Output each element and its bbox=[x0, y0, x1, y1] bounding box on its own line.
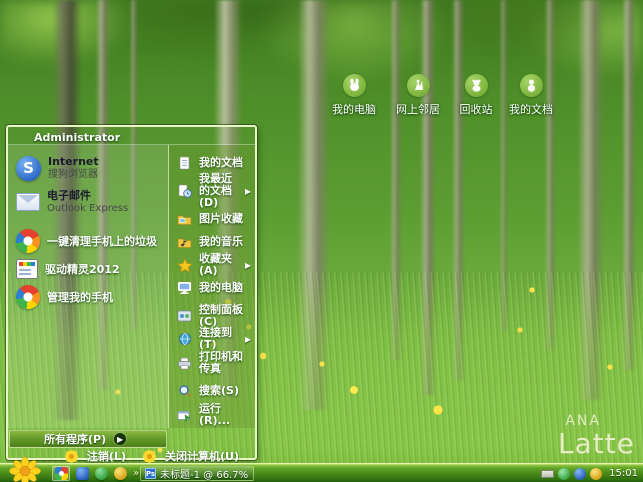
desktop-icon-label: 我的电脑 bbox=[323, 101, 385, 117]
menu-item-search[interactable]: 搜索(S) bbox=[174, 381, 253, 401]
tray-yellow-icon[interactable] bbox=[590, 468, 602, 480]
menu-item-run[interactable]: 运行(R)... bbox=[174, 405, 253, 425]
wallpaper-watermark: ANA Latte bbox=[558, 414, 635, 458]
pinned-programs-panel: S Internet搜狗浏览器 电子邮件Outlook Express 一键清理… bbox=[8, 145, 168, 428]
user-name: Administrator bbox=[34, 131, 120, 144]
network-places-icon bbox=[407, 74, 430, 97]
menu-item-recent-documents[interactable]: 我最近的文档(D) ▶ bbox=[174, 176, 253, 206]
shutdown-button[interactable]: 关闭计算机(U) bbox=[142, 448, 239, 464]
pinned-title: Internet bbox=[48, 156, 99, 169]
submenu-arrow-icon: ▶ bbox=[245, 261, 251, 270]
pinned-title: 驱动精灵2012 bbox=[45, 261, 120, 277]
start-menu-body: S Internet搜狗浏览器 电子邮件Outlook Express 一键清理… bbox=[8, 145, 255, 428]
taskbar-task-photoshop[interactable]: Ps 未标题-1 @ 66.7% ... bbox=[140, 466, 254, 481]
quick-launch-overflow-chevron[interactable]: » bbox=[133, 468, 139, 479]
pinwheel-icon bbox=[55, 467, 68, 480]
my-pictures-icon bbox=[176, 211, 193, 228]
desktop-icon-recycle-bin[interactable]: 回收站 bbox=[445, 74, 507, 117]
driver-genius-icon bbox=[16, 259, 38, 279]
pinned-title: 管理我的手机 bbox=[47, 289, 113, 305]
recent-documents-icon bbox=[176, 183, 193, 200]
my-documents-icon bbox=[520, 74, 543, 97]
desktop-icon-label: 我的文档 bbox=[500, 101, 562, 117]
pinned-subtitle: 搜狗浏览器 bbox=[48, 169, 99, 181]
start-menu-header: Administrator bbox=[8, 127, 255, 145]
pinned-title: 电子邮件 bbox=[47, 190, 128, 203]
recycle-bin-icon bbox=[465, 74, 488, 97]
start-button[interactable] bbox=[8, 457, 42, 482]
my-documents-icon bbox=[176, 155, 193, 172]
desktop-icon-label: 回收站 bbox=[445, 101, 507, 117]
pinned-item-internet[interactable]: S Internet搜狗浏览器 bbox=[14, 151, 164, 185]
menu-item-printers-faxes[interactable]: 打印机和传真 bbox=[174, 353, 253, 373]
quick-launch-sogou[interactable] bbox=[52, 466, 70, 481]
desktop-icon-label: 网上邻居 bbox=[387, 101, 449, 117]
control-panel-icon bbox=[176, 308, 193, 325]
run-icon bbox=[176, 407, 193, 424]
connect-to-icon bbox=[176, 331, 193, 348]
system-tray: 15:01 bbox=[541, 464, 638, 482]
quick-launch-gold-app[interactable] bbox=[114, 467, 127, 480]
pinned-item-phone-manager[interactable]: 管理我的手机 bbox=[14, 283, 164, 311]
phone-manager-icon bbox=[16, 285, 40, 309]
language-indicator-icon[interactable] bbox=[541, 470, 554, 478]
quick-launch-bar: » bbox=[52, 466, 139, 481]
pinned-item-email[interactable]: 电子邮件Outlook Express bbox=[14, 185, 164, 219]
printers-icon bbox=[176, 355, 193, 372]
all-programs-button[interactable]: 所有程序(P) ▶ bbox=[9, 430, 167, 448]
pinned-item-phone-cleaner[interactable]: 一键清理手机上的垃圾 bbox=[14, 227, 164, 255]
tray-green-icon[interactable] bbox=[558, 468, 570, 480]
quick-launch-green-app[interactable] bbox=[95, 467, 108, 480]
favorites-icon bbox=[176, 257, 193, 274]
submenu-arrow-icon: ▶ bbox=[245, 187, 251, 196]
tray-blue-icon[interactable] bbox=[574, 468, 586, 480]
my-computer-icon bbox=[176, 280, 193, 297]
menu-item-my-documents[interactable]: 我的文档 bbox=[174, 153, 253, 173]
pinned-subtitle: Outlook Express bbox=[47, 203, 128, 215]
flower-icon bbox=[147, 454, 152, 459]
my-computer-icon bbox=[343, 74, 366, 97]
pinned-item-driver-genius[interactable]: 驱动精灵2012 bbox=[14, 255, 164, 283]
log-off-button[interactable]: 注销(L) bbox=[64, 448, 126, 464]
outlook-express-icon bbox=[16, 193, 40, 211]
taskbar: » Ps 未标题-1 @ 66.7% ... 15:01 bbox=[0, 463, 643, 482]
menu-item-my-computer[interactable]: 我的电脑 bbox=[174, 278, 253, 298]
desktop-icon-my-computer[interactable]: 我的电脑 bbox=[323, 74, 385, 117]
start-menu: Administrator S Internet搜狗浏览器 电子邮件Outloo… bbox=[6, 125, 257, 460]
menu-item-favorites[interactable]: 收藏夹(A) ▶ bbox=[174, 255, 253, 275]
pinned-title: 一键清理手机上的垃圾 bbox=[47, 233, 157, 249]
all-programs-arrow-icon: ▶ bbox=[114, 433, 126, 445]
desktop-icon-my-documents[interactable]: 我的文档 bbox=[500, 74, 562, 117]
phone-cleaner-icon bbox=[16, 229, 40, 253]
desktop-icon-network-places[interactable]: 网上邻居 bbox=[387, 74, 449, 117]
quick-launch-blue-app[interactable] bbox=[76, 467, 89, 480]
taskbar-clock: 15:01 bbox=[609, 468, 638, 479]
menu-item-my-music[interactable]: 我的音乐 bbox=[174, 232, 253, 252]
sogou-browser-icon: S bbox=[16, 156, 41, 181]
submenu-arrow-icon: ▶ bbox=[245, 335, 251, 344]
start-flower-icon bbox=[8, 457, 42, 482]
photoshop-icon: Ps bbox=[145, 468, 156, 479]
my-music-icon bbox=[176, 234, 193, 251]
menu-item-control-panel[interactable]: 控制面板(C) bbox=[174, 306, 253, 326]
menu-item-my-pictures[interactable]: 图片收藏 bbox=[174, 209, 253, 229]
flower-icon bbox=[69, 454, 74, 459]
search-icon bbox=[176, 383, 193, 400]
places-panel: 我的文档 我最近的文档(D) ▶ 图片收藏 我的音乐 收藏夹(A) bbox=[168, 145, 255, 428]
watermark-line2: Latte bbox=[558, 430, 635, 458]
start-menu-footer: 注销(L) 关闭计算机(U) bbox=[8, 448, 255, 464]
desktop-screen: 我的电脑 网上邻居 回收站 我的文档 ANA Latte Administrat… bbox=[0, 0, 643, 482]
watermark-line1: ANA bbox=[558, 414, 601, 428]
menu-item-connect-to[interactable]: 连接到(T) ▶ bbox=[174, 329, 253, 349]
